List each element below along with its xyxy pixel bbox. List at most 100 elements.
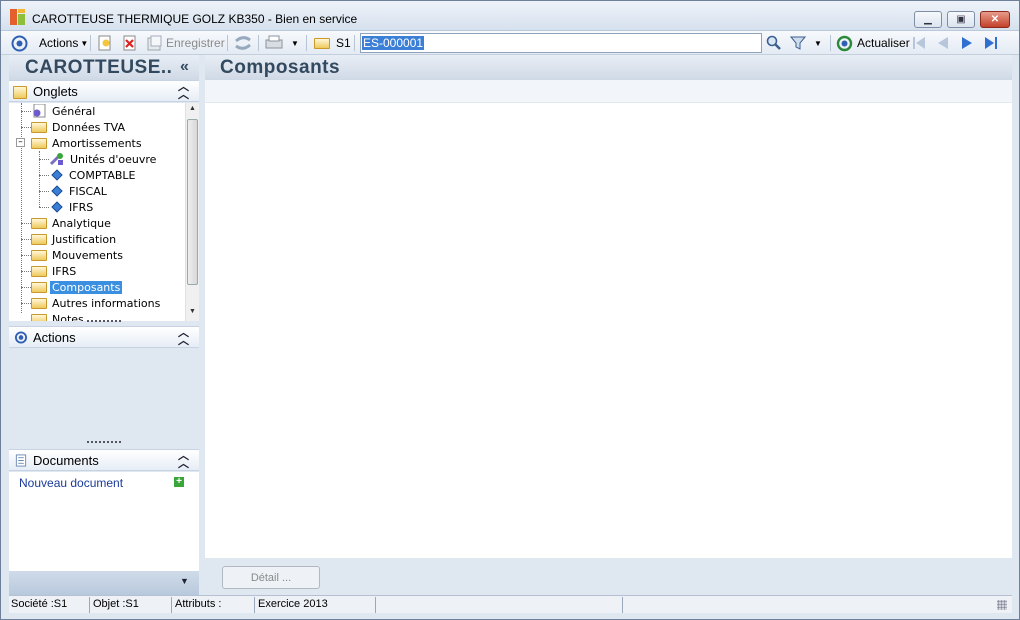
refresh-button[interactable]: Actualiser [836, 31, 910, 55]
diamond-icon [51, 169, 63, 181]
toolbar: Actions ▼ Enregistrer ▼ S1 ES-000001 ▼ A… [1, 31, 1019, 55]
folder-label: S1 [336, 36, 351, 50]
actions-menu-button[interactable]: Actions ▼ [39, 31, 88, 55]
diamond-icon [51, 185, 63, 197]
scroll-up-icon: ▲ [189, 105, 196, 112]
actions-circle-icon [14, 331, 28, 344]
documents-panel-header[interactable]: Documents ︿ ︿ [9, 449, 199, 471]
actions-panel-body [9, 349, 199, 443]
app-window: CAROTTEUSE THERMIQUE GOLZ KB350 - Bien e… [0, 0, 1020, 620]
chevron-down-icon[interactable]: ▼ [180, 576, 189, 586]
actions-menu-label: Actions [39, 36, 79, 50]
minimize-button[interactable]: ▁ [914, 11, 942, 28]
folder-icon [31, 313, 47, 321]
new-record-icon[interactable] [97, 31, 113, 55]
left-panel-footer: ▼ [9, 571, 199, 595]
left-panel-title: CAROTTEUSE.. « [9, 55, 199, 80]
new-document-link[interactable]: Nouveau document [19, 476, 123, 490]
status-exercice: Exercice 2013 [258, 598, 328, 610]
documents-panel-body: Nouveau document + [9, 472, 199, 571]
search-value: ES-000001 [362, 36, 425, 50]
tabs-panel-header[interactable]: Onglets ︿ ︿ [9, 80, 199, 102]
diamond-icon [51, 201, 63, 213]
document-icon [15, 454, 27, 467]
search-icon[interactable] [766, 31, 782, 55]
status-objet: Objet :S1 [93, 598, 139, 610]
page-title-bar: Composants [205, 55, 1012, 80]
tree-item-analytique[interactable]: Analytique [31, 215, 113, 231]
documents-panel-label: Documents [33, 453, 99, 468]
scroll-down-icon: ▼ [189, 308, 196, 315]
collapse-up-icon[interactable]: ︿ ︿ [178, 82, 189, 101]
tree-item-composants[interactable]: Composants [31, 279, 123, 295]
splitter-handle[interactable] [87, 320, 121, 323]
tools-icon [49, 153, 63, 166]
home-icon[interactable] [11, 31, 28, 55]
content-toolbar-strip [205, 80, 1012, 103]
filter-dropdown-icon[interactable]: ▼ [814, 39, 822, 48]
tree-item-unites-oeuvre[interactable]: Unités d'oeuvre [49, 151, 158, 167]
resize-grip-icon[interactable] [997, 600, 1007, 610]
scroll-thumb[interactable] [187, 119, 198, 285]
tree-item-autres-informations[interactable]: Autres informations [31, 295, 162, 311]
tree-item-justification[interactable]: Justification [31, 231, 118, 247]
collapse-up-icon[interactable]: ︿ ︿ [178, 451, 189, 470]
folder-icon [31, 121, 47, 133]
folder-icon [31, 217, 47, 229]
save-button[interactable]: Enregistrer [147, 31, 225, 55]
window-title: CAROTTEUSE THERMIQUE GOLZ KB350 - Bien e… [32, 12, 358, 26]
last-record-icon[interactable] [983, 31, 999, 55]
tree-item-ifrs[interactable]: IFRS [31, 263, 78, 279]
tree-item-mouvements[interactable]: Mouvements [31, 247, 125, 263]
print-dropdown-icon[interactable]: ▼ [291, 39, 299, 48]
folder-icon [31, 249, 47, 261]
folder-icon [31, 297, 47, 309]
save-label: Enregistrer [166, 36, 225, 50]
status-societe: Société :S1 [11, 598, 68, 610]
collapse-up-icon[interactable]: ︿ ︿ [178, 328, 189, 347]
actions-panel-header[interactable]: Actions ︿ ︿ [9, 326, 199, 348]
title-bar: CAROTTEUSE THERMIQUE GOLZ KB350 - Bien e… [1, 1, 1019, 31]
filter-icon[interactable]: ▼ [790, 31, 822, 55]
status-attributs: Attributs : [175, 598, 222, 610]
refresh-label: Actualiser [857, 36, 910, 50]
tree-item-comptable[interactable]: COMPTABLE [49, 167, 137, 183]
next-record-icon[interactable] [959, 31, 975, 55]
sync-icon[interactable] [234, 31, 252, 55]
record-short-title: CAROTTEUSE.. [25, 57, 173, 78]
previous-record-icon[interactable] [935, 31, 951, 55]
tree-expander-minus-icon[interactable]: – [16, 138, 25, 147]
tabs-tree: – Général Données TVA Amortissements Uni… [9, 103, 185, 321]
search-input[interactable]: ES-000001 [360, 33, 762, 53]
tree-item-general[interactable]: Général [31, 103, 97, 119]
folder-icon [314, 37, 330, 49]
page-title: Composants [220, 57, 341, 78]
folder-selector-button[interactable]: S1 [314, 31, 351, 55]
tree-item-notes[interactable]: Notes [31, 311, 86, 321]
print-icon[interactable]: ▼ [264, 31, 299, 55]
close-button[interactable]: ✕ [980, 11, 1010, 28]
folder-open-icon [31, 137, 47, 149]
collapse-left-icon[interactable]: « [180, 58, 189, 76]
splitter-handle[interactable] [87, 441, 121, 444]
folder-icon [13, 86, 27, 99]
tree-scrollbar[interactable]: ▲ ▼ [185, 103, 199, 321]
tree-item-ifrs-amort[interactable]: IFRS [49, 199, 95, 215]
refresh-icon [836, 35, 853, 51]
tree-item-fiscal[interactable]: FISCAL [49, 183, 109, 199]
content-area [205, 103, 1012, 558]
tree-item-donnees-tva[interactable]: Données TVA [31, 119, 127, 135]
actions-panel-label: Actions [33, 330, 76, 345]
add-icon[interactable]: + [174, 477, 184, 487]
tree-item-amortissements[interactable]: Amortissements [31, 135, 144, 151]
save-icon [147, 35, 162, 51]
status-bar: Société :S1 Objet :S1 Attributs : Exerci… [9, 595, 1012, 613]
folder-icon [31, 265, 47, 277]
folder-icon [31, 233, 47, 245]
detail-button[interactable]: Détail ... [222, 566, 320, 589]
folder-open-icon [31, 281, 47, 293]
maximize-button[interactable]: ▣ [947, 11, 975, 28]
app-logo-icon [10, 9, 26, 25]
first-record-icon[interactable] [911, 31, 927, 55]
delete-record-icon[interactable] [122, 31, 138, 55]
